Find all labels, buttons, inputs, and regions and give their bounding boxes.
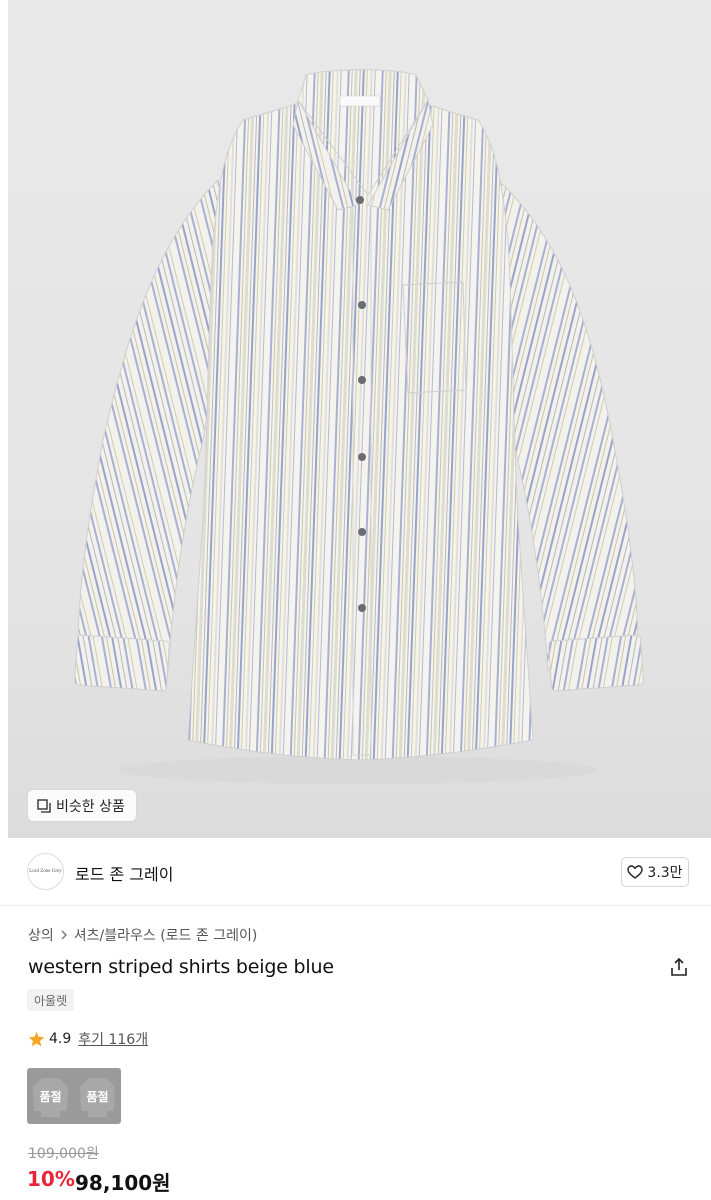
brand-name[interactable]: 로드 존 그레이 <box>75 861 174 885</box>
heart-icon <box>627 865 644 879</box>
brand-logo[interactable]: Lord Zone Grey <box>27 853 64 890</box>
similar-products-button[interactable]: 비슷한 상품 <box>28 790 136 821</box>
sold-out-label: 품절 <box>86 1089 109 1104</box>
outlet-tag-label: 아울렛 <box>34 993 68 1008</box>
reviews-link[interactable]: 후기 116개 <box>78 1029 148 1049</box>
option-thumbnail[interactable]: 품절 <box>27 1068 74 1124</box>
color-options: 품절 품절 <box>27 1068 121 1124</box>
breadcrumb-category[interactable]: 상의 <box>28 925 54 945</box>
chevron-right-icon <box>61 930 67 940</box>
rating: 4.9 후기 116개 <box>28 1029 148 1049</box>
discount-rate: 10% <box>27 1167 75 1191</box>
product-title: western striped shirts beige blue <box>28 956 334 978</box>
like-count: 3.3만 <box>647 865 683 881</box>
brand-row: Lord Zone Grey 로드 존 그레이 3.3만 <box>0 838 711 906</box>
similar-products-label: 비슷한 상품 <box>56 798 125 815</box>
brand-logo-text: Lord Zone Grey <box>29 869 62 874</box>
rating-score: 4.9 <box>49 1031 72 1047</box>
star-icon <box>28 1031 45 1047</box>
original-price: 109,000원 <box>28 1146 99 1162</box>
like-button[interactable]: 3.3만 <box>621 857 689 887</box>
similar-icon <box>37 798 51 813</box>
option-thumbnail[interactable]: 품절 <box>74 1068 121 1124</box>
share-icon[interactable] <box>669 957 689 977</box>
sale-price: 98,100원 <box>75 1171 171 1195</box>
sold-out-label: 품절 <box>39 1089 62 1104</box>
product-hero-image[interactable]: 비슷한 상품 <box>8 0 711 838</box>
breadcrumb-subcategory[interactable]: 셔츠/블라우스 (로드 존 그레이) <box>74 925 258 945</box>
shirt-image <box>74 69 644 784</box>
breadcrumb: 상의 셔츠/블라우스 (로드 존 그레이) <box>28 925 257 945</box>
outlet-tag: 아울렛 <box>27 989 75 1011</box>
